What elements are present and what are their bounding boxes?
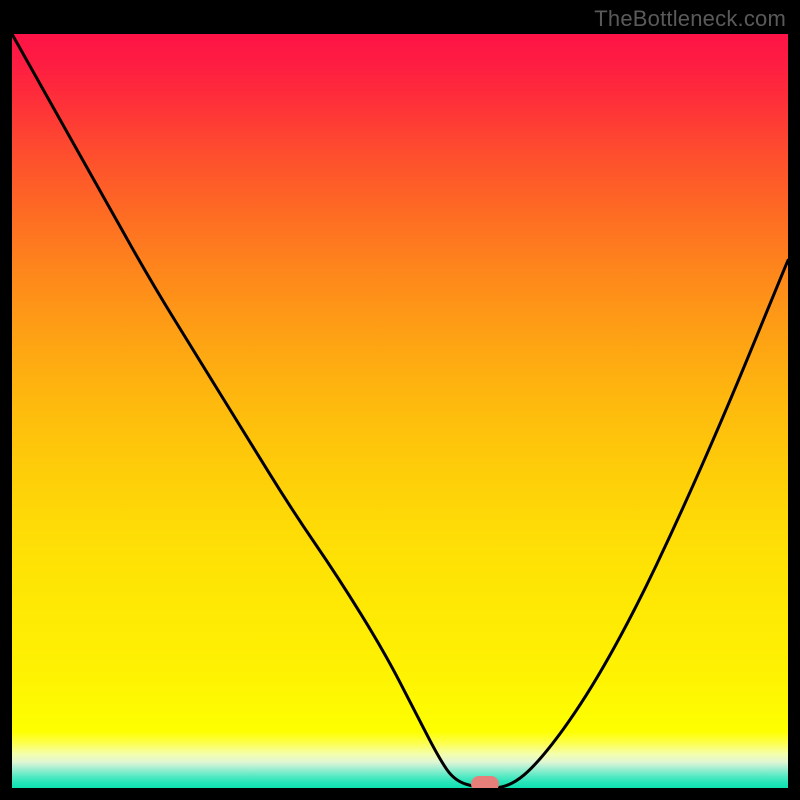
chart-container: TheBottleneck.com xyxy=(0,0,800,800)
watermark-text: TheBottleneck.com xyxy=(594,6,786,32)
plot-area xyxy=(12,34,788,788)
curve-svg xyxy=(12,34,788,788)
bottleneck-curve-path xyxy=(12,34,788,788)
notch-marker xyxy=(471,776,499,788)
